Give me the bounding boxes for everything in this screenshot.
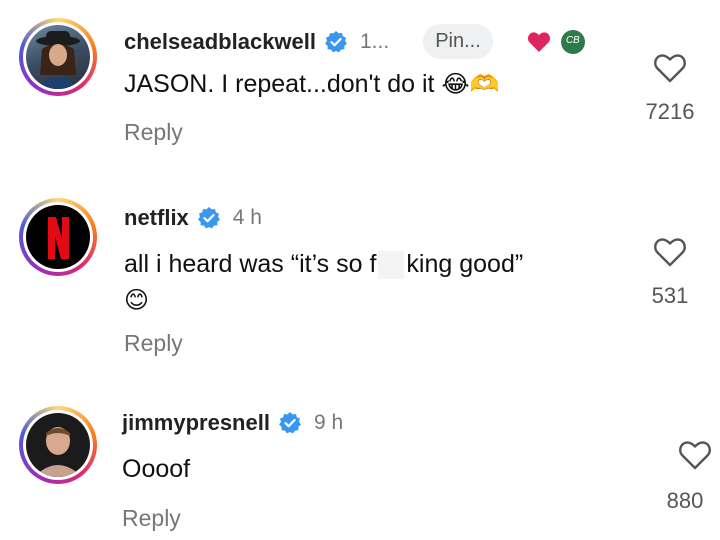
- comment-text: all i heard was “it’s so f king good”: [124, 250, 524, 280]
- red-heart-icon: [527, 31, 550, 52]
- comment-time: 1...: [360, 29, 390, 53]
- creator-badge-icon: CB: [560, 29, 585, 54]
- censor-block: [378, 251, 405, 280]
- like-count: 531: [651, 283, 689, 308]
- username[interactable]: chelseadblackwell: [124, 29, 316, 55]
- username[interactable]: jimmypresnell: [122, 410, 270, 436]
- comment-time: 9 h: [313, 411, 344, 434]
- comment-text: Oooof: [122, 455, 191, 483]
- heart-icon[interactable]: [653, 53, 687, 83]
- comment-text: JASON. I repeat...don't do it 😂🫶: [124, 70, 500, 98]
- avatar-netflix[interactable]: [19, 198, 97, 276]
- heart-icon[interactable]: [678, 440, 712, 470]
- like-count: 880: [666, 488, 704, 513]
- avatar-chelseadblackwell[interactable]: [19, 18, 97, 96]
- avatar-jimmypresnell[interactable]: [19, 406, 97, 484]
- verified-badge-icon: [278, 412, 301, 434]
- comment-time: 4 h: [232, 206, 262, 229]
- reply-button[interactable]: Reply: [124, 119, 183, 146]
- reply-button[interactable]: Reply: [122, 505, 181, 532]
- username[interactable]: netflix: [124, 205, 189, 231]
- verified-badge-icon: [197, 207, 220, 229]
- verified-badge-icon: [325, 30, 347, 52]
- comment-emoji: 😂🫶: [441, 70, 500, 98]
- like-count: 7216: [645, 99, 695, 124]
- pin-button[interactable]: Pin...: [423, 24, 493, 59]
- heart-icon[interactable]: [653, 237, 687, 267]
- comment-emoji: 😊: [124, 286, 150, 314]
- reply-button[interactable]: Reply: [124, 330, 183, 357]
